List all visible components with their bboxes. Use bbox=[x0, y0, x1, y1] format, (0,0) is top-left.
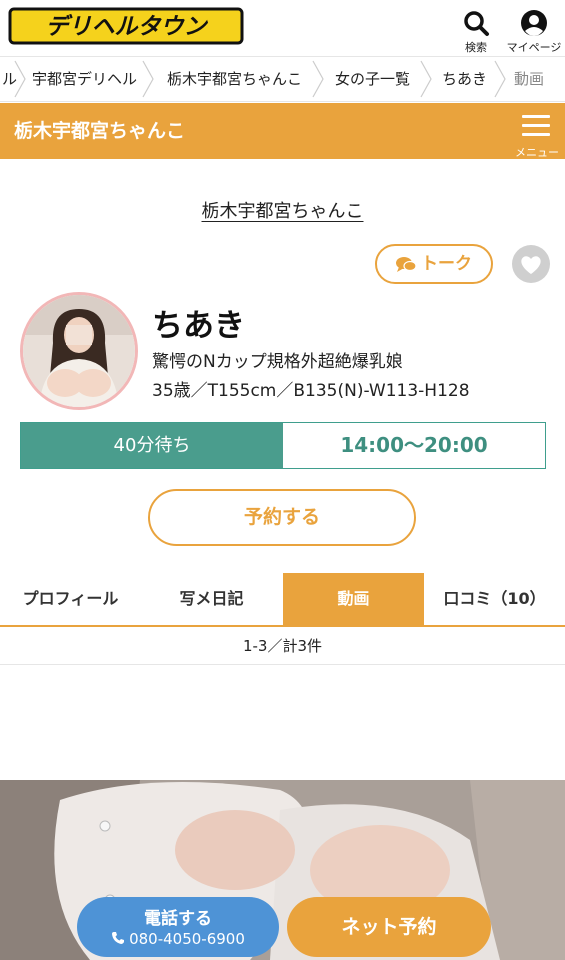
tab-video[interactable]: 動画 bbox=[283, 573, 424, 625]
shop-name-text[interactable]: 栃木宇都宮ちゃんこ bbox=[202, 201, 364, 222]
breadcrumb-item[interactable]: 栃木宇都宮ちゃんこ bbox=[167, 57, 302, 101]
heart-icon bbox=[521, 256, 541, 274]
tab-profile[interactable]: プロフィール bbox=[0, 573, 141, 625]
tab-photo-diary[interactable]: 写メ日記 bbox=[141, 573, 282, 625]
chevron-right-icon bbox=[312, 60, 324, 98]
shop-title[interactable]: 栃木宇都宮ちゃんこ bbox=[14, 103, 185, 159]
girl-spec: 35歳／T155cm／B135(N)-W113-H128 bbox=[152, 381, 470, 401]
breadcrumb: ル 宇都宮デリヘル 栃木宇都宮ちゃんこ 女の子一覧 ちあき 動画 bbox=[0, 56, 565, 102]
reserve-button[interactable]: 予約する bbox=[148, 489, 416, 546]
chevron-right-icon bbox=[142, 60, 154, 98]
profile-tabs: プロフィール 写メ日記 動画 口コミ（10） bbox=[0, 573, 565, 627]
girl-avatar bbox=[20, 292, 138, 410]
mypage-button[interactable]: マイページ bbox=[506, 6, 562, 54]
talk-button[interactable]: トーク bbox=[375, 244, 493, 284]
menu-label: メニュー bbox=[515, 146, 559, 159]
shop-bar: 栃木宇都宮ちゃんこ メニュー bbox=[0, 103, 565, 159]
breadcrumb-item[interactable]: 宇都宮デリヘル bbox=[32, 57, 137, 101]
breadcrumb-item[interactable]: ちあき bbox=[442, 57, 487, 101]
breadcrumb-item[interactable]: 女の子一覧 bbox=[335, 57, 410, 101]
wait-time: 40分待ち bbox=[21, 423, 283, 468]
site-logo[interactable]: デリヘルタウン bbox=[8, 6, 244, 46]
phone-number: 080-4050-6900 bbox=[129, 930, 245, 948]
chevron-right-icon bbox=[420, 60, 432, 98]
talk-label: トーク bbox=[421, 254, 472, 274]
girl-name: ちあき bbox=[152, 308, 245, 344]
search-icon bbox=[464, 11, 489, 36]
net-reserve-button[interactable]: ネット予約 bbox=[287, 897, 491, 957]
phone-number-row: 080-4050-6900 bbox=[77, 930, 279, 948]
menu-button[interactable]: メニュー bbox=[512, 109, 562, 159]
call-label: 電話する bbox=[144, 909, 212, 929]
top-header: デリヘルタウン 検索 マイページ bbox=[0, 0, 565, 56]
result-count: 1-3／計3件 bbox=[0, 627, 565, 665]
mypage-label: マイページ bbox=[506, 41, 562, 54]
chat-icon bbox=[396, 257, 417, 272]
chevron-right-icon bbox=[14, 60, 26, 98]
call-button[interactable]: 電話する 080-4050-6900 bbox=[77, 897, 279, 957]
phone-icon bbox=[112, 932, 125, 944]
girl-avatar-image bbox=[23, 295, 135, 407]
girl-catchcopy: 驚愕のNカップ規格外超絶爆乳娘 bbox=[152, 352, 403, 372]
svg-text:デリヘルタウン: デリヘルタウン bbox=[46, 13, 209, 40]
favorite-button[interactable] bbox=[512, 245, 550, 283]
search-button[interactable]: 検索 bbox=[448, 6, 504, 54]
chevron-right-icon bbox=[494, 60, 506, 98]
tab-reviews[interactable]: 口コミ（10） bbox=[424, 573, 565, 625]
breadcrumb-current: 動画 bbox=[514, 70, 545, 88]
work-hours: 14:00〜20:00 bbox=[340, 433, 488, 457]
user-icon bbox=[521, 10, 547, 36]
search-label: 検索 bbox=[465, 41, 487, 54]
status-box: 40分待ち 14:00〜20:00 bbox=[20, 422, 546, 469]
shop-name-link[interactable]: 栃木宇都宮ちゃんこ bbox=[0, 197, 565, 223]
